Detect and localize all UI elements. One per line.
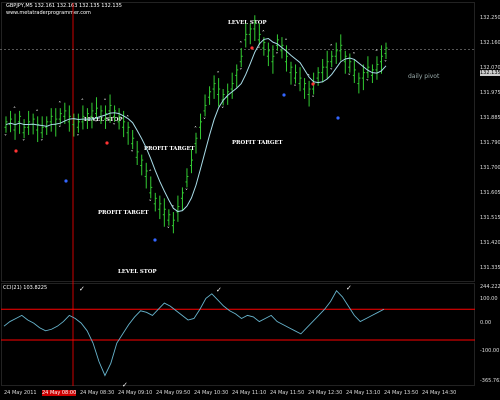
cci-line xyxy=(3,289,385,377)
sell-arrow-marker: ˅ xyxy=(366,79,369,86)
sell-arrow-marker: ˅ xyxy=(239,68,242,75)
buy-arrow-marker: ˄ xyxy=(58,101,61,108)
sell-arrow-marker: ˅ xyxy=(131,150,134,157)
sell-arrow-marker: ˅ xyxy=(94,120,97,127)
buy-arrow-marker: ˄ xyxy=(81,98,84,105)
sell-arrow-marker: ˅ xyxy=(221,106,224,113)
buy-arrow-marker: ˄ xyxy=(262,30,265,37)
buy-arrow-marker: ˄ xyxy=(330,44,333,51)
plot-area: ˅˄˅˄˅˅˄˅˄˅˄˅˄˅˅˄˅˄˅˄˅˄˅˅˄˅˄˅˄˅˄˅˅˄˅˄˅˄˅✓… xyxy=(0,3,475,389)
buy-arrow-marker: ˄ xyxy=(149,169,152,176)
buy-arrow-marker: ˄ xyxy=(284,38,287,45)
sell-arrow-marker: ˅ xyxy=(348,74,351,81)
signal-dot xyxy=(282,93,286,97)
buy-arrow-marker: ˄ xyxy=(239,41,242,48)
buy-arrow-marker: ˄ xyxy=(104,98,107,105)
cci-extreme-marker: ✓ xyxy=(79,285,85,293)
sell-arrow-marker: ˅ xyxy=(275,52,278,59)
sell-arrow-marker: ˅ xyxy=(40,139,43,146)
sell-arrow-marker: ˅ xyxy=(312,96,315,103)
sell-arrow-marker: ˅ xyxy=(58,126,61,133)
signal-dot xyxy=(153,238,157,242)
sell-arrow-marker: ˅ xyxy=(167,227,170,234)
signal-dot xyxy=(64,179,68,183)
buy-arrow-marker: ˄ xyxy=(36,109,39,116)
buy-arrow-marker: ˄ xyxy=(13,107,16,114)
buy-arrow-marker: ˄ xyxy=(375,49,378,56)
buy-arrow-marker: ˄ xyxy=(352,52,355,59)
sell-arrow-marker: ˅ xyxy=(76,134,79,141)
sell-arrow-marker: ˅ xyxy=(4,134,7,141)
cci-extreme-marker: ✓ xyxy=(216,286,222,294)
sell-arrow-marker: ˅ xyxy=(203,117,206,124)
signal-dot xyxy=(311,82,315,86)
cci-extreme-marker: ✓ xyxy=(122,381,128,389)
signal-dot xyxy=(250,46,254,50)
buy-arrow-marker: ˄ xyxy=(194,126,197,133)
buy-arrow-marker: ˄ xyxy=(217,71,220,78)
signal-dot xyxy=(14,149,18,153)
sell-arrow-marker: ˅ xyxy=(149,199,152,206)
chart-window: GBPJPY,M5 132.161 132.163 132.135 132.13… xyxy=(0,0,500,400)
sell-arrow-marker: ˅ xyxy=(185,188,188,195)
signal-dot xyxy=(336,116,340,120)
cci-extreme-marker: ✓ xyxy=(346,284,352,292)
signal-dot xyxy=(105,141,109,145)
sell-arrow-marker: ˅ xyxy=(22,139,25,146)
sell-arrow-marker: ˅ xyxy=(294,85,297,92)
sell-arrow-marker: ˅ xyxy=(113,123,116,130)
